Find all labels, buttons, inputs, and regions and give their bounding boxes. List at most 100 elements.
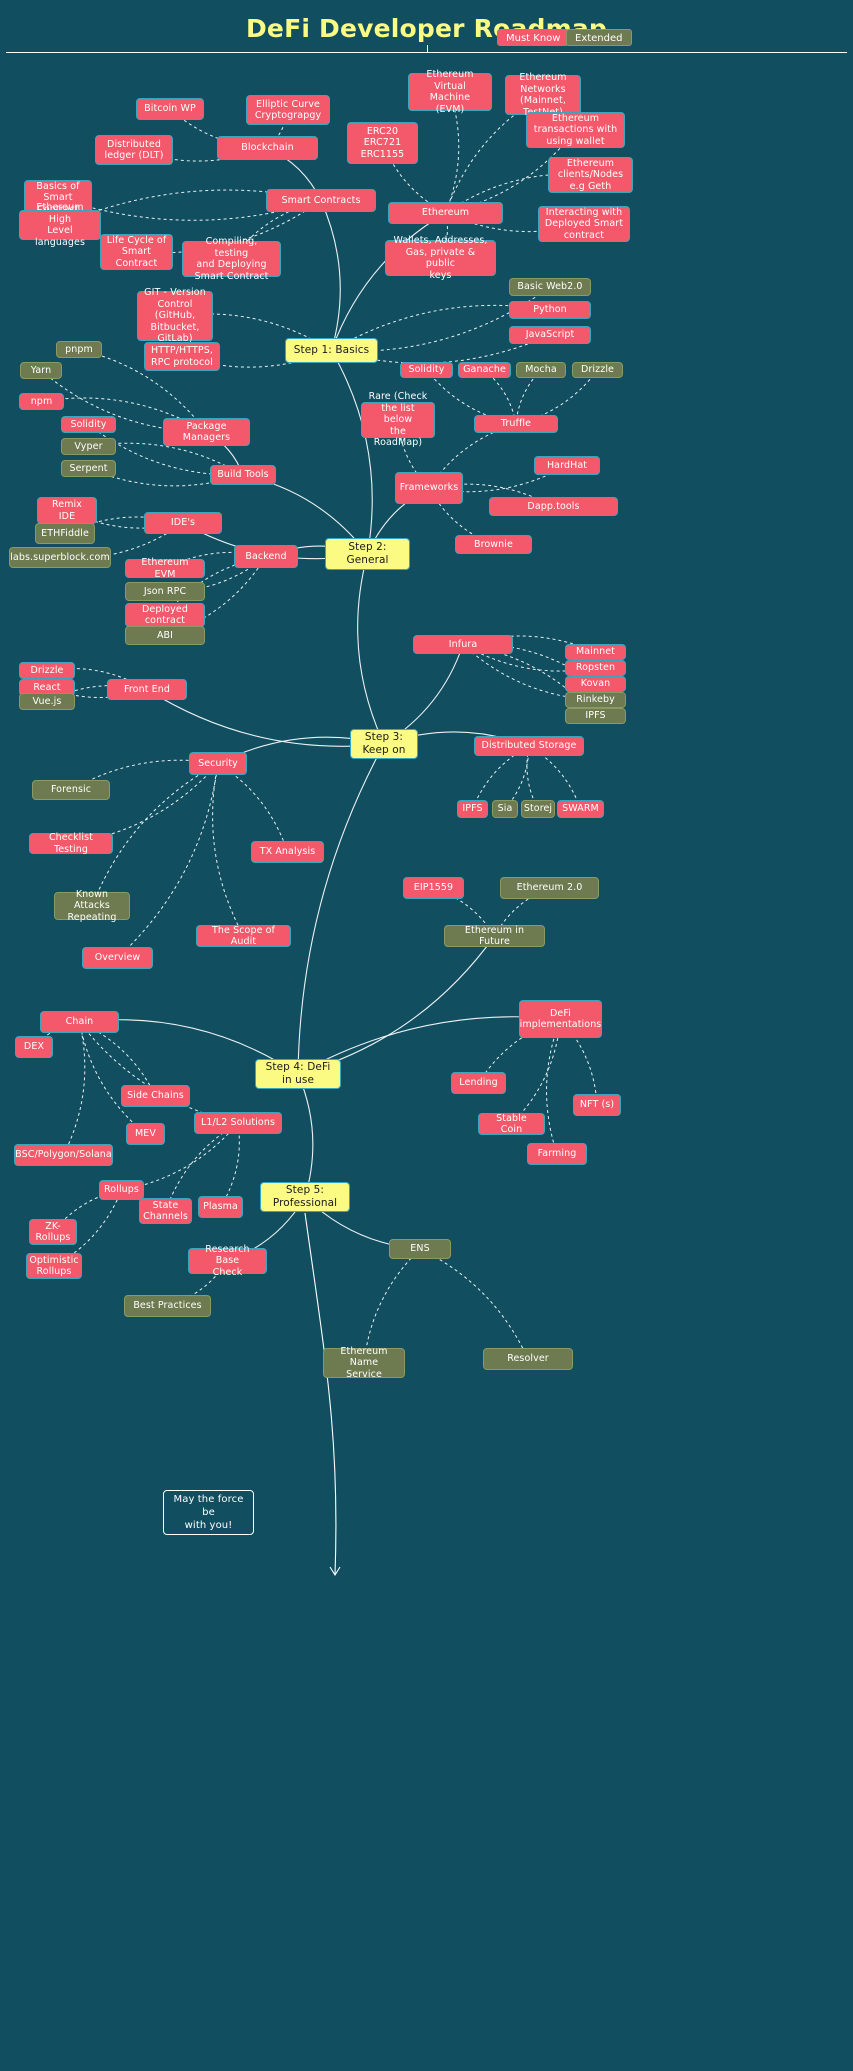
node-step2[interactable]: Step 2: General (325, 538, 410, 570)
node-drizzle-fe[interactable]: Drizzle (19, 662, 75, 679)
link-ethereum-to-step1 (330, 212, 446, 351)
node-vuejs[interactable]: Vue.js (19, 693, 75, 710)
node-blockchain[interactable]: Blockchain (217, 136, 318, 160)
node-compiling-testing[interactable]: Compiling, testing and Deploying Smart C… (182, 236, 281, 282)
node-ipfs-infura[interactable]: IPFS (565, 708, 626, 724)
node-solidity-fw[interactable]: Solidity (400, 362, 453, 378)
node-pnpm[interactable]: pnpm (56, 341, 102, 358)
node-forensic[interactable]: Forensic (32, 780, 110, 800)
node-swarm[interactable]: SWARM (557, 800, 604, 818)
node-distributed-storage[interactable]: Distributed Storage (474, 736, 584, 756)
node-distributed-ledger[interactable]: Distributed ledger (DLT) (95, 135, 173, 165)
node-farming[interactable]: Farming (527, 1143, 587, 1165)
node-brownie[interactable]: Brownie (455, 535, 532, 554)
node-state-channels[interactable]: State Channels (139, 1198, 192, 1224)
node-ganache[interactable]: Ganache (458, 362, 511, 378)
node-drizzle-fw[interactable]: Drizzle (572, 362, 623, 378)
node-javascript[interactable]: JavaScript (509, 326, 591, 344)
node-ides[interactable]: IDE's (144, 512, 222, 534)
node-vyper[interactable]: Vyper (61, 438, 116, 455)
node-rinkeby[interactable]: Rinkeby (565, 692, 626, 708)
node-security[interactable]: Security (189, 752, 247, 775)
node-wallets-addresses[interactable]: Wallets, Addresses, Gas, private & publi… (385, 235, 496, 281)
node-ethereum[interactable]: Ethereum (388, 202, 503, 224)
node-step1[interactable]: Step 1: Basics (285, 338, 378, 363)
node-solidity-lang[interactable]: Solidity (61, 416, 116, 433)
node-stable-coin[interactable]: Stable Coin (478, 1113, 545, 1135)
node-frameworks[interactable]: Frameworks (395, 472, 463, 504)
node-dapp-tools[interactable]: Dapp.tools (489, 497, 618, 516)
node-build-tools[interactable]: Build Tools (210, 465, 276, 485)
node-eth-transactions[interactable]: Ethereum transactions with using wallet (526, 112, 625, 148)
node-eip1559[interactable]: EIP1559 (403, 877, 464, 899)
node-rare-check[interactable]: Rare (Check the list below the RoadMap) (361, 391, 435, 448)
node-plasma[interactable]: Plasma (198, 1196, 243, 1218)
node-rollups[interactable]: Rollups (99, 1180, 144, 1200)
node-deployed-contract[interactable]: Deployed contract (125, 603, 205, 627)
node-zk-rollups[interactable]: ZK- Rollups (29, 1219, 77, 1245)
node-labs-superblock[interactable]: labs.superblock.com (9, 547, 111, 568)
node-basic-web2[interactable]: Basic Web2.0 (509, 278, 591, 296)
node-backend[interactable]: Backend (234, 545, 298, 568)
node-evm-top[interactable]: Ethereum Virtual Machine (EVM) (408, 69, 492, 115)
node-front-end[interactable]: Front End (107, 679, 187, 700)
node-http-rpc[interactable]: HTTP/HTTPS, RPC protocol (144, 342, 220, 371)
node-yarn[interactable]: Yarn (20, 362, 62, 379)
node-lending[interactable]: Lending (451, 1072, 506, 1094)
node-nft-s[interactable]: NFT (s) (573, 1094, 621, 1116)
node-step4[interactable]: Step 4: DeFi in use (255, 1059, 341, 1089)
node-bsc-polygon-solana[interactable]: BSC/Polygon/Solana (14, 1144, 113, 1166)
node-ethereum-future[interactable]: Ethereum in Future (444, 925, 545, 947)
node-hardhat[interactable]: HardHat (534, 456, 600, 475)
node-resolver[interactable]: Resolver (483, 1348, 573, 1370)
node-bitcoin-wp[interactable]: Bitcoin WP (136, 98, 204, 120)
node-l1l2-solutions[interactable]: L1/L2 Solutions (194, 1112, 282, 1134)
node-eth-high-level[interactable]: Ethereum High Level languages (19, 202, 101, 248)
node-checklist-testing[interactable]: Checklist Testing (29, 832, 113, 855)
node-remix-ide[interactable]: Remix IDE (37, 497, 97, 524)
node-dex[interactable]: DEX (15, 1036, 53, 1058)
node-elliptic-curve[interactable]: Elliptic Curve Cryptograpgy (246, 95, 330, 125)
node-ethereum-name-service[interactable]: Ethereum Name Service (323, 1346, 405, 1380)
node-scope-of-audit[interactable]: The Scope of Audit (196, 925, 291, 947)
node-interacting-deployed[interactable]: Interacting with Deployed Smart contract (538, 206, 630, 242)
node-ropsten[interactable]: Ropsten (565, 660, 626, 676)
node-step3[interactable]: Step 3: Keep on (350, 729, 418, 759)
node-best-practices[interactable]: Best Practices (124, 1295, 211, 1317)
node-ethfiddle[interactable]: ETHFiddle (35, 523, 95, 544)
node-ipfs-storage[interactable]: IPFS (457, 800, 488, 818)
node-chain[interactable]: Chain (40, 1011, 119, 1033)
node-serpent[interactable]: Serpent (61, 460, 116, 477)
node-step5[interactable]: Step 5: Professional (260, 1182, 350, 1212)
node-optimistic-rollups[interactable]: Optimistic Rollups (26, 1253, 82, 1279)
node-json-rpc[interactable]: Json RPC (125, 582, 205, 601)
node-truffle[interactable]: Truffle (474, 415, 558, 433)
node-storej[interactable]: Storej (521, 800, 555, 818)
node-package-managers[interactable]: Package Managers (163, 418, 250, 446)
node-ethereum-2[interactable]: Ethereum 2.0 (500, 877, 599, 899)
node-research-base-check[interactable]: Research Base Check (188, 1244, 267, 1278)
node-life-cycle-sc[interactable]: Life Cycle of Smart Contract (100, 234, 173, 270)
node-ethereum-networks[interactable]: Ethereum Networks (Mainnet, TestNet) (505, 72, 581, 118)
node-git-version-control[interactable]: GIT - Version Control (GitHub, Bitbucket… (137, 287, 213, 344)
node-ens[interactable]: ENS (389, 1239, 451, 1259)
node-mainnet[interactable]: Mainnet (565, 644, 626, 660)
node-kovan[interactable]: Kovan (565, 676, 626, 692)
node-may-the-force[interactable]: May the force be with you! (163, 1490, 254, 1535)
node-infura[interactable]: Infura (413, 635, 513, 654)
node-mev[interactable]: MEV (126, 1123, 165, 1145)
node-mocha[interactable]: Mocha (516, 362, 566, 378)
node-side-chains[interactable]: Side Chains (121, 1085, 190, 1107)
node-tx-analysis[interactable]: TX Analysis (251, 841, 324, 863)
node-overview[interactable]: Overview (82, 947, 153, 969)
node-smart-contracts[interactable]: Smart Contracts (266, 189, 376, 212)
node-defi-implementations[interactable]: DeFi implementations (519, 1000, 602, 1038)
node-known-attacks[interactable]: Known Attacks Repeating (54, 889, 130, 923)
node-npm[interactable]: npm (19, 393, 64, 410)
node-sia[interactable]: Sia (492, 800, 518, 818)
node-erc-standards[interactable]: ERC20 ERC721 ERC1155 (347, 122, 418, 164)
node-ethereum-evm[interactable]: Ethereum EVM (125, 557, 205, 580)
node-eth-clients[interactable]: Ethereum clients/Nodes e.g Geth (548, 157, 633, 193)
node-python[interactable]: Python (509, 301, 591, 319)
node-abi[interactable]: ABI (125, 626, 205, 645)
